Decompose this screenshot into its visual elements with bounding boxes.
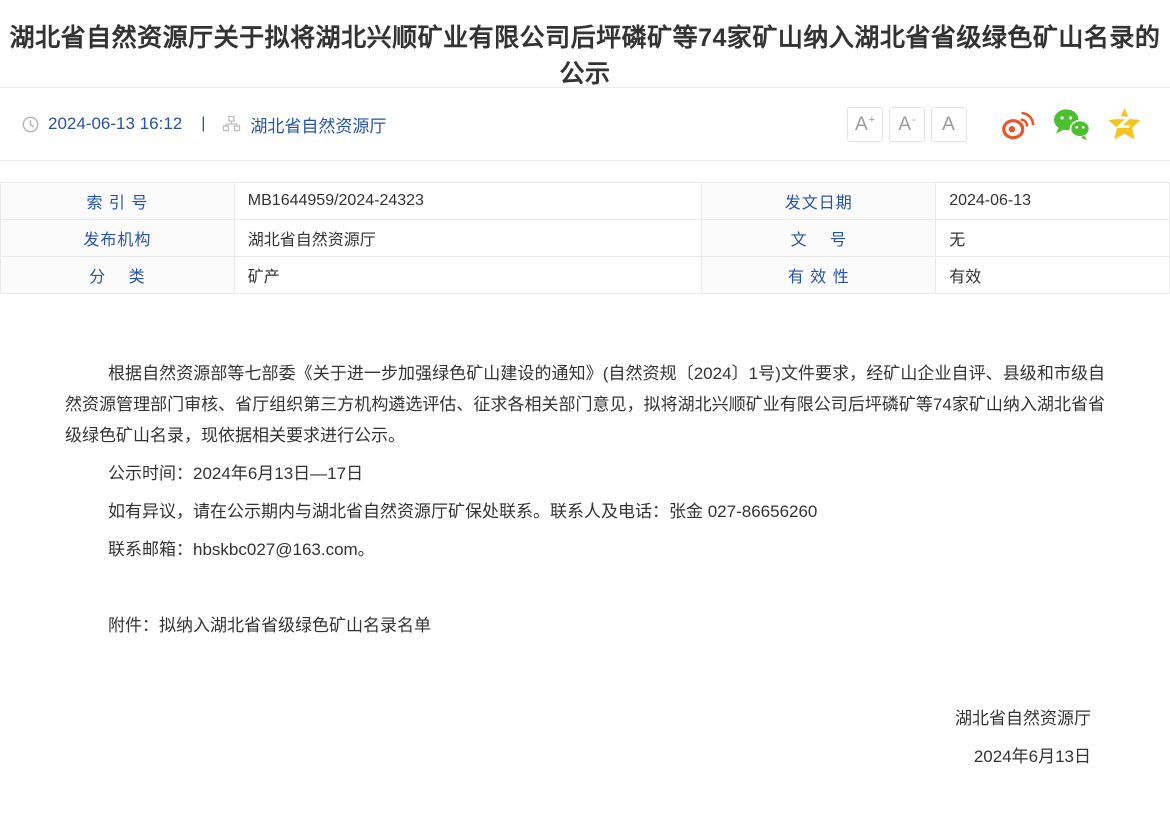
info-value-validity: 有效 — [936, 257, 1170, 294]
publish-datetime: 2024-06-13 16:12 — [48, 114, 182, 134]
publish-source[interactable]: 湖北省自然资源厅 — [250, 112, 386, 137]
font-reset-button[interactable]: A — [931, 107, 967, 142]
announcement-page: 湖北省自然资源厅关于拟将湖北兴顺矿业有限公司后坪磷矿等74家矿山纳入湖北省省级绿… — [0, 0, 1170, 835]
signature-department: 湖北省自然资源厅 — [65, 703, 1091, 734]
table-row: 分 类 矿产 有 效 性 有效 — [1, 257, 1170, 294]
meta-toolbar: A+ A- A — [847, 107, 1142, 142]
table-row: 发布机构 湖北省自然资源厅 文 号 无 — [1, 220, 1170, 257]
info-value-issue-date: 2024-06-13 — [936, 183, 1170, 220]
font-increase-label: A — [855, 115, 868, 134]
article-paragraph-public-period: 公示时间：2024年6月13日—17日 — [65, 458, 1105, 489]
qzone-share-icon[interactable] — [1107, 107, 1142, 141]
department-icon — [222, 115, 241, 134]
info-label-publisher: 发布机构 — [1, 220, 235, 257]
info-value-category: 矿产 — [234, 257, 702, 294]
document-info-table: 索 引 号 MB1644959/2024-24323 发文日期 2024-06-… — [0, 182, 1170, 294]
article-paragraph-contact: 如有异议，请在公示期内与湖北省自然资源厅矿保处联系。联系人及电话：张金 027-… — [65, 496, 1105, 527]
info-label-category: 分 类 — [1, 257, 235, 294]
info-label-validity: 有 效 性 — [702, 257, 936, 294]
weibo-share-icon[interactable] — [999, 107, 1035, 141]
font-decrease-mod: - — [912, 115, 916, 126]
page-title: 湖北省自然资源厅关于拟将湖北兴顺矿业有限公司后坪磷矿等74家矿山纳入湖北省省级绿… — [8, 20, 1162, 93]
article-body: 根据自然资源部等七部委《关于进一步加强绿色矿山建设的通知》(自然资规〔2024〕… — [0, 358, 1170, 772]
info-value-doc-number: 无 — [936, 220, 1170, 257]
signature-date: 2024年6月13日 — [65, 741, 1091, 772]
info-label-doc-number: 文 号 — [702, 220, 936, 257]
meta-bar: 2024-06-13 16:12 | 湖北省自然资源厅 A+ A- A — [0, 88, 1170, 161]
font-increase-mod: + — [869, 115, 875, 126]
font-decrease-label: A — [898, 115, 911, 134]
article-paragraph-email: 联系邮箱：hbskbc027@163.com。 — [65, 534, 1105, 565]
attachment-link[interactable]: 附件：拟纳入湖北省省级绿色矿山名录名单 — [65, 610, 1105, 641]
table-row: 索 引 号 MB1644959/2024-24323 发文日期 2024-06-… — [1, 183, 1170, 220]
font-decrease-button[interactable]: A- — [889, 107, 925, 142]
title-block: 湖北省自然资源厅关于拟将湖北兴顺矿业有限公司后坪磷矿等74家矿山纳入湖北省省级绿… — [0, 0, 1170, 88]
article-paragraph: 根据自然资源部等七部委《关于进一步加强绿色矿山建设的通知》(自然资规〔2024〕… — [65, 358, 1105, 451]
meta-separator: | — [201, 115, 205, 133]
font-reset-label: A — [942, 115, 955, 134]
info-value-index-number: MB1644959/2024-24323 — [234, 183, 702, 220]
info-value-publisher: 湖北省自然资源厅 — [234, 220, 702, 257]
meta-left: 2024-06-13 16:12 | 湖北省自然资源厅 — [22, 112, 386, 137]
wechat-share-icon[interactable] — [1051, 107, 1091, 141]
info-label-issue-date: 发文日期 — [702, 183, 936, 220]
clock-icon — [22, 116, 39, 133]
font-increase-button[interactable]: A+ — [847, 107, 883, 142]
info-label-index-number: 索 引 号 — [1, 183, 235, 220]
